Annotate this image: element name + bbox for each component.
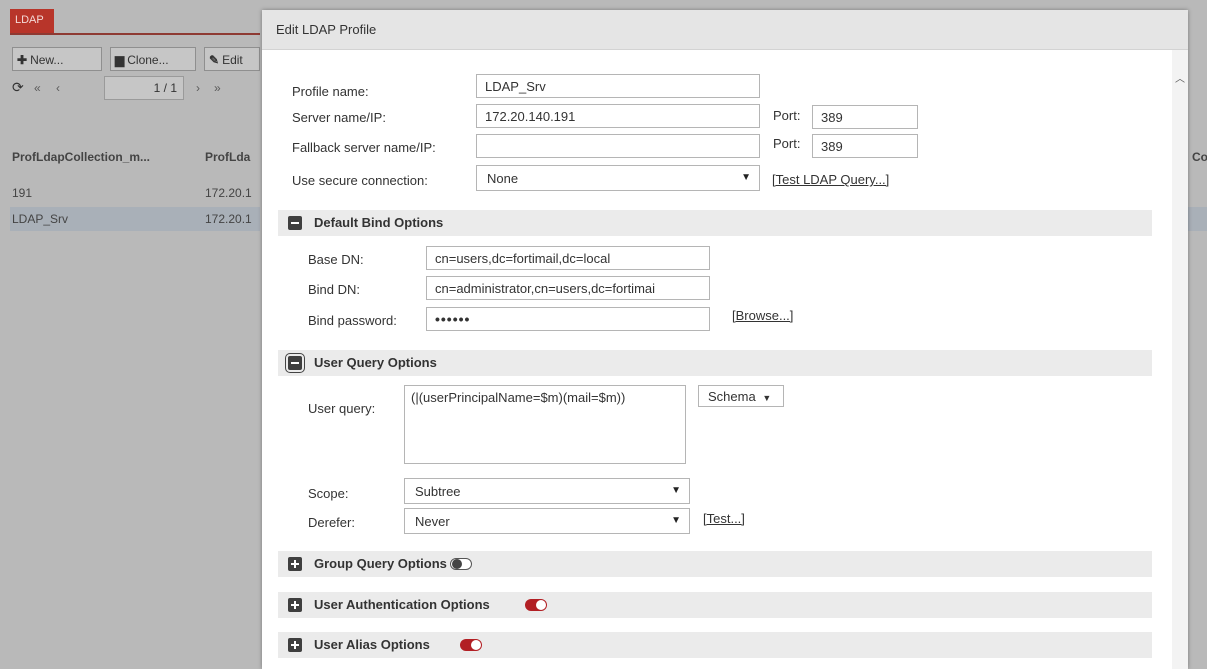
new-button-label: New... (30, 53, 64, 67)
fallback-port-input[interactable]: 389 (812, 134, 918, 158)
user-alias-toggle[interactable] (460, 639, 482, 651)
clone-icon: ▆ (115, 53, 125, 67)
chevron-up-icon[interactable]: ︿ (1175, 70, 1185, 85)
page-indicator[interactable]: 1 / 1 (104, 76, 184, 100)
section-title: User Alias Options (314, 637, 430, 652)
base-dn-input[interactable]: cn=users,dc=fortimail,dc=local (426, 246, 710, 270)
base-dn-label: Base DN: (308, 252, 364, 267)
ldap-tab[interactable]: LDAP (10, 9, 54, 33)
first-page-icon[interactable]: « (34, 81, 41, 95)
collapse-icon[interactable] (285, 353, 305, 373)
default-bind-options-header[interactable]: Default Bind Options (278, 210, 1152, 236)
test-ldap-query-link[interactable]: [Test LDAP Query...] (772, 172, 889, 187)
group-query-options-header[interactable]: Group Query Options (278, 551, 1152, 577)
edit-button[interactable]: ✎ Edit (204, 47, 260, 71)
table-row-selected-bg-right (1188, 207, 1207, 231)
fallback-port-label: Port: (773, 136, 801, 151)
vertical-scrollbar[interactable]: ︿ (1172, 50, 1188, 669)
fallback-server-label: Fallback server name/IP: (292, 140, 436, 155)
caret-down-icon: ▼ (741, 172, 751, 183)
plus-icon: ✚ (17, 53, 28, 67)
secure-connection-select[interactable]: None ▼ (476, 165, 760, 191)
clone-button-label: Clone... (127, 53, 169, 67)
user-authentication-options-header[interactable]: User Authentication Options (278, 592, 1152, 618)
section-title: User Query Options (314, 355, 437, 370)
schema-label: Schema (708, 389, 756, 404)
server-label: Server name/IP: (292, 110, 386, 125)
last-page-icon[interactable]: » (214, 81, 221, 95)
caret-down-icon: ▼ (762, 393, 772, 403)
column-header-right[interactable]: Col (1192, 150, 1207, 164)
profile-name-label: Profile name: (292, 84, 369, 99)
bind-dn-label: Bind DN: (308, 282, 361, 297)
section-title: User Authentication Options (314, 597, 490, 612)
caret-down-icon: ▼ (671, 515, 681, 526)
derefer-select[interactable]: Never ▼ (404, 508, 690, 534)
user-authentication-toggle[interactable] (525, 599, 547, 611)
toggle-knob (471, 640, 481, 650)
edit-icon: ✎ (209, 53, 220, 67)
derefer-value: Never (415, 514, 450, 529)
table-cell-name[interactable]: 191 (12, 186, 32, 200)
edit-ldap-profile-dialog: Edit LDAP Profile ︿ Profile name: LDAP_S… (262, 10, 1188, 669)
new-button[interactable]: ✚ New... (12, 47, 102, 71)
section-title: Default Bind Options (314, 215, 444, 230)
expand-icon[interactable] (288, 557, 302, 571)
tab-underline (10, 33, 260, 35)
toggle-knob (536, 600, 546, 610)
scope-value: Subtree (415, 484, 461, 499)
next-page-icon[interactable]: › (196, 81, 200, 95)
bind-dn-input[interactable]: cn=administrator,cn=users,dc=fortimai (426, 276, 710, 300)
profile-name-input[interactable]: LDAP_Srv (476, 74, 760, 98)
user-alias-options-header[interactable]: User Alias Options (278, 632, 1152, 658)
bind-password-input[interactable]: •••••• (426, 307, 710, 331)
browse-link[interactable]: [Browse...] (732, 308, 793, 323)
dialog-title: Edit LDAP Profile (262, 10, 1188, 50)
column-header-name[interactable]: ProfLdapCollection_m... (12, 150, 150, 164)
user-query-textarea[interactable]: (|(userPrincipalName=$m)(mail=$m)) (404, 385, 686, 464)
derefer-label: Derefer: (308, 515, 355, 530)
table-cell-server[interactable]: 172.20.1 (205, 212, 252, 226)
section-title: Group Query Options (314, 556, 447, 571)
bind-password-label: Bind password: (308, 313, 397, 328)
scope-label: Scope: (308, 486, 349, 501)
group-query-toggle[interactable] (450, 558, 472, 570)
clone-button[interactable]: ▆ Clone... (110, 47, 196, 71)
user-query-label: User query: (308, 401, 376, 416)
column-header-server[interactable]: ProfLda (205, 150, 250, 164)
port-input[interactable]: 389 (812, 105, 918, 129)
edit-button-label: Edit (222, 53, 243, 67)
toggle-knob (452, 559, 462, 569)
secure-connection-label: Use secure connection: (292, 173, 428, 188)
port-label: Port: (773, 108, 801, 123)
scope-select[interactable]: Subtree ▼ (404, 478, 690, 504)
fallback-server-input[interactable] (476, 134, 760, 158)
caret-down-icon: ▼ (671, 485, 681, 496)
collapse-icon[interactable] (288, 216, 302, 230)
expand-icon[interactable] (288, 638, 302, 652)
expand-icon[interactable] (288, 598, 302, 612)
server-input[interactable]: 172.20.140.191 (476, 104, 760, 128)
table-cell-server[interactable]: 172.20.1 (205, 186, 252, 200)
schema-dropdown[interactable]: Schema ▼ (698, 385, 784, 407)
refresh-icon[interactable]: ⟳ (12, 79, 24, 96)
table-cell-name[interactable]: LDAP_Srv (12, 212, 68, 226)
prev-page-icon[interactable]: ‹ (56, 81, 60, 95)
user-query-options-header[interactable]: User Query Options (278, 350, 1152, 376)
secure-connection-value: None (487, 171, 519, 186)
test-link[interactable]: [Test...] (703, 511, 745, 526)
